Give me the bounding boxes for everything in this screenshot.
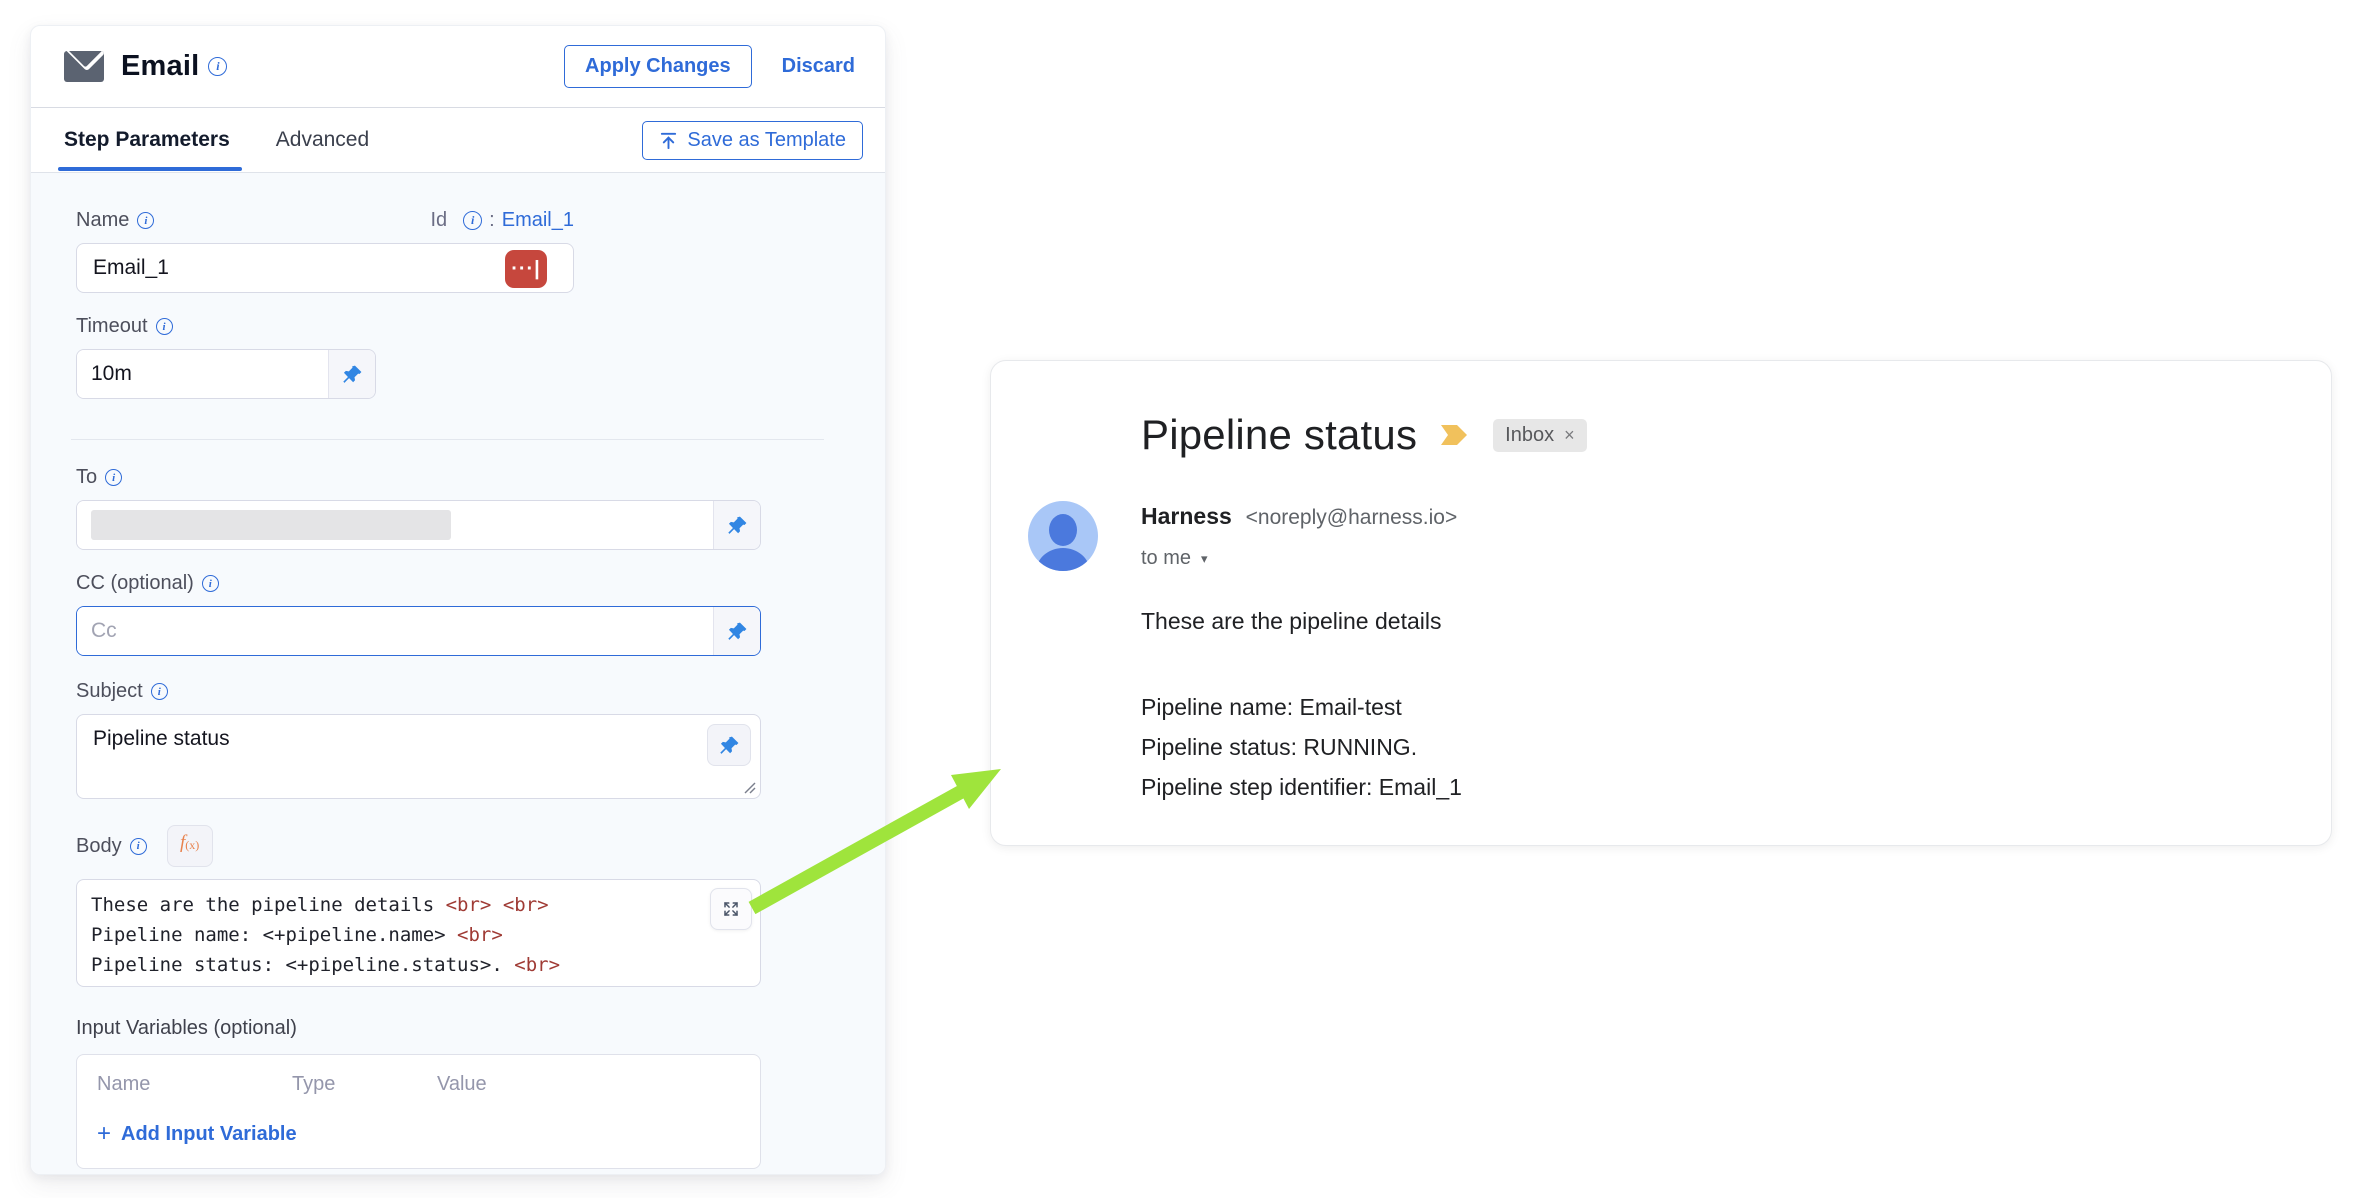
to-label: To i — [76, 466, 840, 489]
name-input[interactable]: Email_1 ···| — [76, 243, 574, 293]
subject-textarea[interactable]: Pipeline status — [76, 714, 761, 799]
code-line: These are the pipeline details <br> <br> — [91, 890, 702, 920]
expand-editor-button[interactable] — [710, 888, 752, 930]
code-line: Pipeline status: <+pipeline.status>. <br… — [91, 950, 702, 980]
to-pin-button[interactable] — [713, 501, 760, 549]
sender-line: Harness <noreply@harness.io> — [1141, 503, 1457, 530]
email-body-line: Pipeline status: RUNNING. — [1141, 727, 1462, 767]
input-variables-header: NameTypeValue — [97, 1073, 740, 1096]
step-parameters-form: Name i Id i : Email_1 Email_1 ···| Timeo… — [31, 173, 885, 1174]
pin-icon — [727, 621, 748, 642]
subject-label: Subject i — [76, 680, 840, 703]
tab-bar: Step Parameters Advanced Save as Templat… — [31, 108, 885, 173]
chevron-down-icon: ▾ — [1201, 551, 1208, 567]
id-info-icon[interactable]: i — [463, 211, 482, 230]
sender-avatar — [1028, 501, 1098, 571]
email-info-icon[interactable]: i — [208, 57, 227, 76]
pin-icon — [727, 515, 748, 536]
body-editor-lines: These are the pipeline details <br> <br>… — [91, 890, 702, 987]
to-input[interactable] — [76, 500, 761, 550]
panel-header: Email i Apply Changes Discard — [31, 26, 885, 108]
password-manager-icon[interactable]: ···| — [505, 250, 547, 288]
section-divider — [71, 439, 824, 440]
subject-pin-button[interactable] — [707, 724, 751, 766]
input-variables-label: Input Variables (optional) — [76, 1017, 840, 1040]
body-label: Body i — [76, 835, 147, 858]
panel-title: Email — [121, 50, 199, 83]
cc-input[interactable]: Cc — [76, 606, 761, 656]
cc-label: CC (optional) i — [76, 572, 840, 595]
email-step-icon — [64, 51, 104, 82]
code-line: Pipeline step identifier: <+step.identif… — [91, 980, 702, 987]
timeout-info-icon[interactable]: i — [156, 318, 173, 335]
plus-icon: + — [97, 1120, 111, 1148]
gmail-preview-card: Pipeline status Inbox × Harness <noreply… — [990, 360, 2332, 846]
id-value-link[interactable]: Email_1 — [502, 209, 574, 232]
id-line: Id i : Email_1 — [430, 209, 574, 232]
sender-email: <noreply@harness.io> — [1246, 506, 1458, 529]
email-body-line: Pipeline step identifier: Email_1 — [1141, 767, 1462, 807]
sender-name: Harness — [1141, 503, 1232, 529]
timeout-label: Timeout i — [76, 315, 840, 338]
tab-step-parameters[interactable]: Step Parameters — [64, 110, 230, 170]
email-subject-title: Pipeline status — [1141, 411, 1417, 459]
email-body: These are the pipeline details Pipeline n… — [1141, 601, 1462, 807]
subject-info-icon[interactable]: i — [151, 683, 168, 700]
email-step-config-panel: Email i Apply Changes Discard Step Param… — [30, 25, 886, 1175]
body-editor[interactable]: These are the pipeline details <br> <br>… — [76, 879, 761, 987]
timeout-pin-button[interactable] — [328, 350, 375, 398]
body-info-icon[interactable]: i — [130, 838, 147, 855]
inbox-label-chip[interactable]: Inbox × — [1493, 419, 1586, 452]
fullscreen-icon — [722, 900, 740, 918]
save-as-template-button[interactable]: Save as Template — [642, 121, 863, 160]
column-header: Type — [292, 1073, 437, 1096]
cc-info-icon[interactable]: i — [202, 575, 219, 592]
remove-label-icon[interactable]: × — [1564, 425, 1575, 446]
pin-icon — [719, 735, 740, 756]
upload-icon — [659, 131, 678, 150]
column-header: Value — [437, 1073, 487, 1096]
timeout-input[interactable]: 10m — [76, 349, 376, 399]
label-arrow-icon — [1439, 423, 1471, 447]
resize-handle[interactable] — [742, 780, 756, 794]
code-line: Pipeline name: <+pipeline.name> <br> — [91, 920, 702, 950]
column-header: Name — [97, 1073, 292, 1096]
apply-changes-button[interactable]: Apply Changes — [564, 45, 752, 88]
add-input-variable-button[interactable]: + Add Input Variable — [97, 1120, 740, 1148]
input-variables-table: NameTypeValue + Add Input Variable — [76, 1054, 761, 1169]
tab-advanced[interactable]: Advanced — [276, 110, 369, 170]
name-info-icon[interactable]: i — [137, 212, 154, 229]
email-body-line: Pipeline name: Email-test — [1141, 687, 1462, 727]
email-body-line: These are the pipeline details — [1141, 601, 1462, 641]
redacted-recipient — [91, 510, 451, 540]
name-label: Name i — [76, 209, 154, 232]
expression-fx-button[interactable]: f(x) — [167, 825, 213, 867]
recipient-dropdown[interactable]: to me ▾ — [1141, 547, 1457, 570]
pin-icon — [342, 364, 363, 385]
discard-button[interactable]: Discard — [782, 55, 855, 78]
cc-pin-button[interactable] — [713, 607, 760, 655]
to-info-icon[interactable]: i — [105, 469, 122, 486]
